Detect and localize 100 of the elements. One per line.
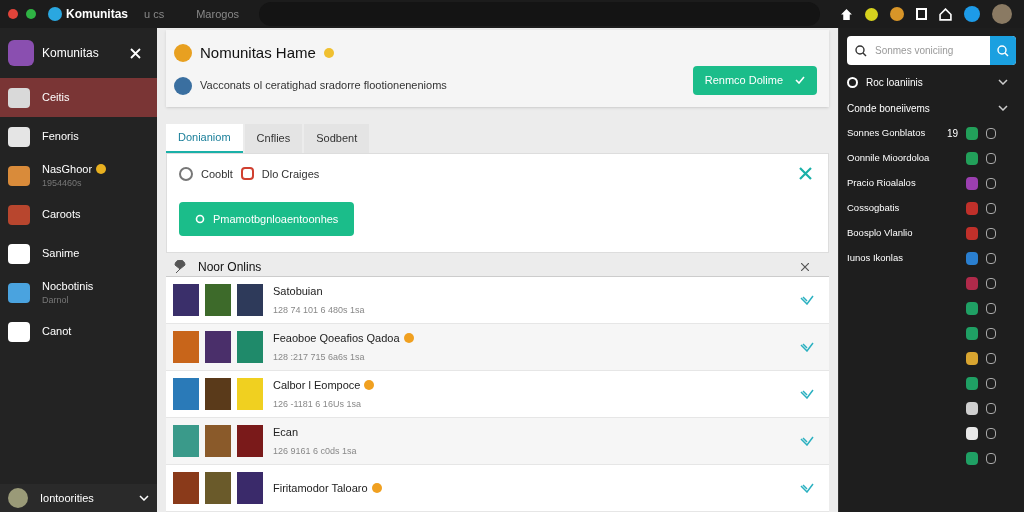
check-icon xyxy=(795,76,805,84)
group-header[interactable]: Conde boneiivems xyxy=(847,95,1016,121)
item-label: NasGhoor xyxy=(42,161,93,177)
check-icon[interactable] xyxy=(800,483,814,493)
sidebar-item[interactable]: NasGhoor 1954460s xyxy=(0,156,157,195)
photo-placeholder xyxy=(237,284,263,316)
tab[interactable]: Cnflies xyxy=(244,123,303,153)
app-icon[interactable] xyxy=(966,327,978,340)
chevron-down-icon xyxy=(139,495,149,501)
search-field[interactable]: Sonmes voniciing xyxy=(847,36,1016,65)
group-label: Roc loaniinis xyxy=(866,75,924,90)
row-title: Firitamodor Taloaro xyxy=(273,480,368,496)
app-label[interactable]: Boosplo Vlanlio xyxy=(847,226,958,241)
app-icon[interactable] xyxy=(986,453,996,464)
app-count: 19 xyxy=(946,127,958,141)
row-meta: 126 -1181 6 16Us 1sa xyxy=(273,397,362,411)
list-row[interactable]: Feaoboe Qoeafios Qadoa 128 :217 715 6a6s 1sa xyxy=(166,324,829,371)
radio-button[interactable] xyxy=(179,166,193,181)
search-icon xyxy=(855,44,867,57)
item-label: Canot xyxy=(42,324,72,340)
app-icon[interactable] xyxy=(966,427,978,440)
check-icon[interactable] xyxy=(800,342,814,352)
community-switcher[interactable]: Iontoorities xyxy=(0,484,157,512)
photo-placeholder xyxy=(205,331,231,363)
photo-placeholder xyxy=(173,425,199,457)
source-label: Dlo Craiges xyxy=(261,166,321,182)
avatar-icon[interactable] xyxy=(992,4,1012,24)
item-label: Caroots xyxy=(42,207,81,223)
row-title: Ecan xyxy=(273,425,299,440)
photo-placeholder xyxy=(237,472,263,504)
sidebar-item[interactable]: Nocbotinis Darnol xyxy=(0,273,157,312)
app-label[interactable]: Pracio Rioalalos xyxy=(847,176,958,191)
check-icon[interactable] xyxy=(800,295,814,305)
app-icon[interactable] xyxy=(966,302,978,315)
tab[interactable]: Sodbent xyxy=(304,123,370,153)
circle-icon xyxy=(195,214,205,224)
app-icon[interactable] xyxy=(986,203,996,214)
app-icon[interactable] xyxy=(966,452,978,465)
sidebar-item[interactable]: Ceitis xyxy=(0,78,157,117)
row-title: Feaoboe Qoeafios Qadoa xyxy=(273,331,400,346)
sidebar-item[interactable]: Sanime xyxy=(0,234,157,273)
item-label: Fenoris xyxy=(42,129,79,145)
item-subtitle: 1954460s xyxy=(42,177,83,190)
app-icon[interactable] xyxy=(986,128,996,139)
tab[interactable]: Donianiom xyxy=(166,123,243,153)
item-label: Nocbotinis xyxy=(42,278,94,294)
community-title: Nomunitas Hame xyxy=(200,43,316,63)
close-button[interactable] xyxy=(801,262,809,271)
group-header[interactable]: Roc loaniinis xyxy=(847,69,1016,95)
app-icon[interactable] xyxy=(986,353,996,364)
app-icon[interactable] xyxy=(986,403,996,414)
sidebar-title: Komunitas xyxy=(42,45,100,62)
app-icon[interactable] xyxy=(986,428,996,439)
app-label[interactable]: Iunos Ikonlas xyxy=(847,251,958,266)
sidebar-item[interactable]: Fenoris xyxy=(0,117,157,156)
app-icon[interactable] xyxy=(966,127,978,140)
photo-placeholder xyxy=(173,284,199,316)
group-label: Conde boneiivems xyxy=(847,101,931,116)
home-icon[interactable] xyxy=(840,7,853,21)
check-icon[interactable] xyxy=(800,389,814,399)
app-icon[interactable] xyxy=(986,328,996,339)
photo-placeholder xyxy=(237,378,263,410)
app-icon[interactable] xyxy=(966,377,978,390)
app-icon[interactable] xyxy=(986,153,996,164)
app-icon[interactable] xyxy=(966,352,978,365)
nav-link[interactable]: u cs xyxy=(144,5,165,23)
pin-icon xyxy=(174,259,186,274)
avatar-icon xyxy=(8,488,28,508)
app-name: Komunitas xyxy=(66,6,128,23)
app-icon[interactable] xyxy=(986,278,996,289)
community-logo-icon xyxy=(8,40,34,66)
section-title: Noor Onlins xyxy=(198,258,263,276)
sidebar-item[interactable]: Canot xyxy=(0,312,157,351)
row-meta: 128 74 101 6 480s 1sa xyxy=(273,303,366,317)
search-input[interactable]: Sonmes voniciing xyxy=(875,43,975,58)
app-icon[interactable] xyxy=(966,402,978,415)
app-label[interactable]: Cossogbatis xyxy=(847,201,958,216)
app-label[interactable]: Oonnile Mioordoloa xyxy=(847,151,958,166)
app-icon[interactable] xyxy=(986,228,996,239)
photo-placeholder xyxy=(205,284,231,316)
option-label: Cooblt xyxy=(201,166,233,182)
nav-link[interactable]: Marogos xyxy=(196,5,239,23)
sidebar-item[interactable]: Caroots xyxy=(0,195,157,234)
row-meta: 128 :217 715 6a6s 1sa xyxy=(273,350,366,364)
row-title: Calbor l Eompoce xyxy=(273,378,361,393)
photo-placeholder xyxy=(205,472,231,504)
app-icon[interactable] xyxy=(986,178,996,189)
app-icon[interactable] xyxy=(966,152,978,165)
photo-placeholder xyxy=(173,472,199,504)
app-icon[interactable] xyxy=(986,378,996,389)
list-row[interactable]: Ecan 126 9161 6 c0ds 1sa xyxy=(166,418,829,465)
photo-placeholder xyxy=(173,331,199,363)
app-label[interactable]: Sonnes Gonblatos xyxy=(847,126,939,141)
check-icon[interactable] xyxy=(800,436,814,446)
house-icon[interactable] xyxy=(939,7,952,21)
row-title: Satobuian xyxy=(273,284,323,299)
item-subtitle: Darnol xyxy=(42,294,70,307)
app-icon[interactable] xyxy=(986,253,996,264)
community-description: Vacconats ol ceratighad sradorre flootionenenioms xyxy=(200,78,447,94)
app-icon[interactable] xyxy=(986,303,996,314)
